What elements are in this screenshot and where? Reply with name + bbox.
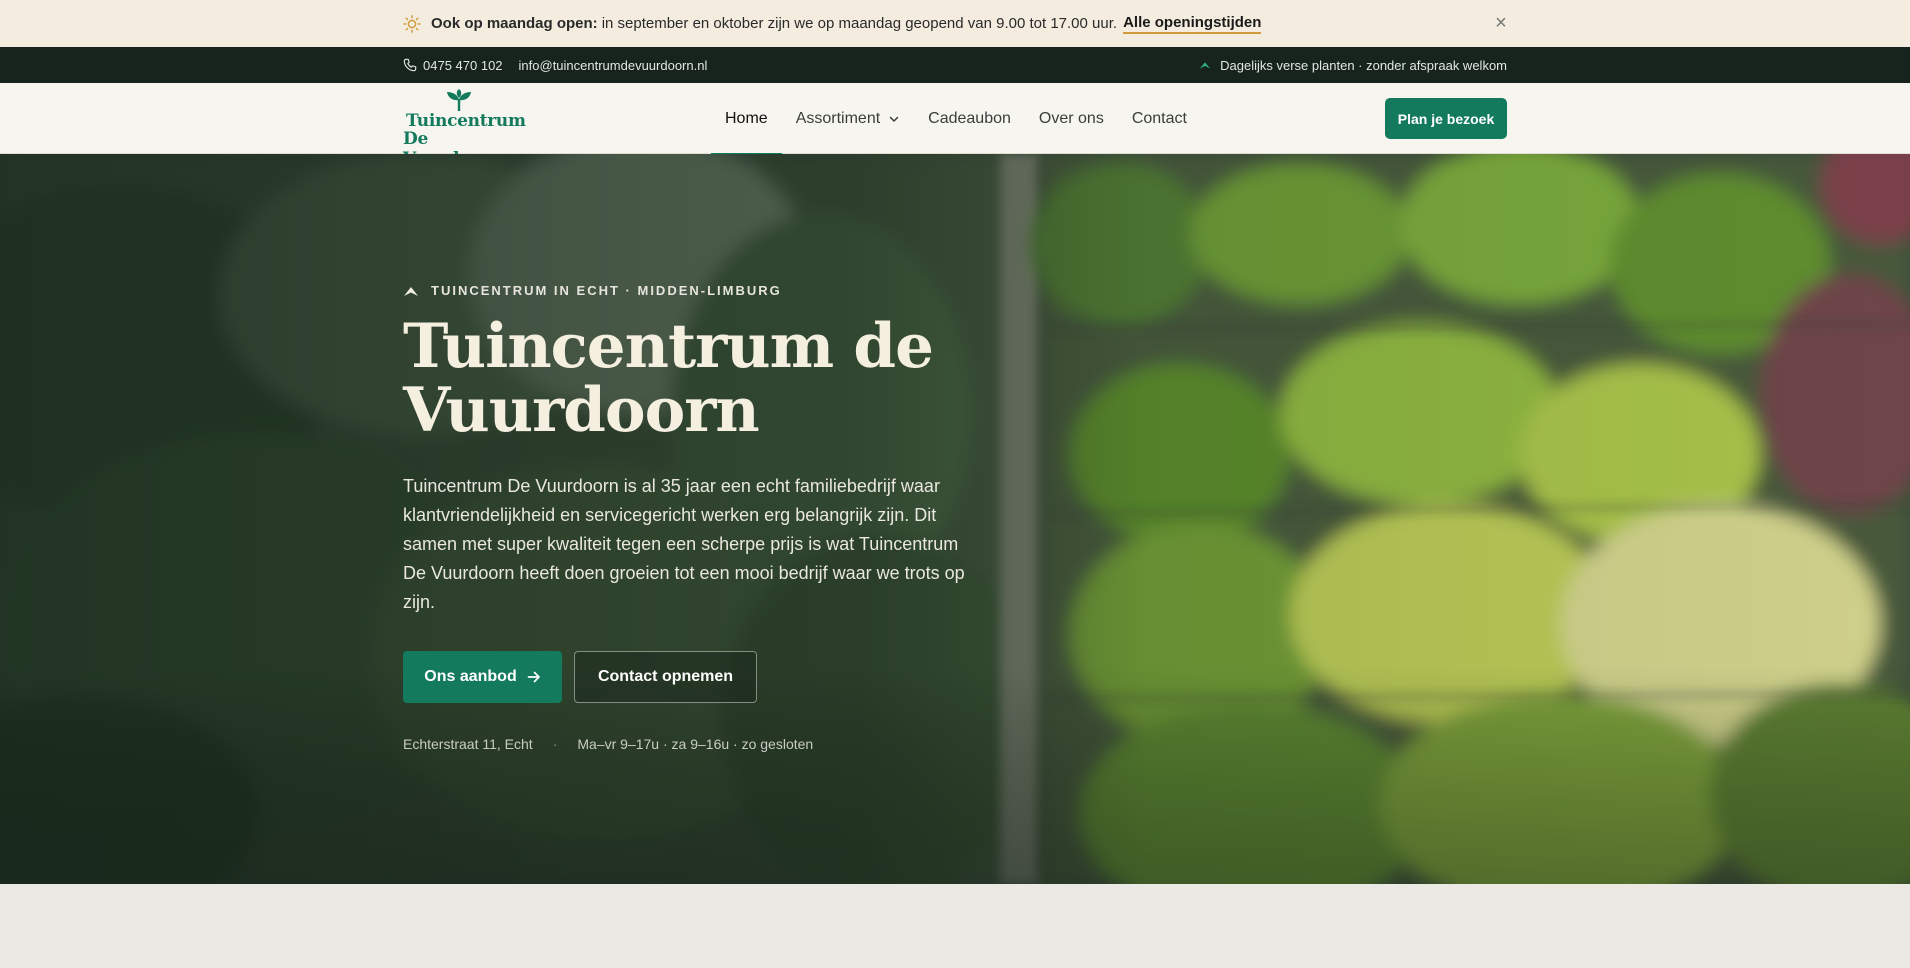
close-icon[interactable]: ×	[1490, 12, 1512, 34]
site-header: Tuincentrum De Vuurdoorn Home Assortimen…	[0, 83, 1910, 169]
plan-visit-button[interactable]: Plan je bezoek	[1385, 98, 1507, 139]
nav-item-home[interactable]: Home	[711, 83, 782, 155]
phone-icon	[403, 58, 417, 72]
hero-section: TUINCENTRUM IN ECHT · MIDDEN-LIMBURG Tui…	[0, 154, 1910, 884]
nav-item-assortiment-label: Assortiment	[795, 109, 881, 127]
nav-item-assortiment[interactable]: Assortiment	[782, 83, 914, 154]
meta-separator: ·	[552, 736, 558, 752]
leaf-icon	[404, 286, 418, 296]
nav-item-over-ons[interactable]: Over ons	[1025, 83, 1118, 154]
email-link[interactable]: info@tuincentrumdevuurdoorn.nl	[519, 58, 708, 73]
tagline: Dagelijks verse planten · zonder afspraa…	[1220, 57, 1507, 73]
announcement-content: Ook op maandag open: in september en okt…	[403, 0, 1262, 47]
announcement-bold: Ook op maandag open:	[431, 15, 598, 32]
announcement-text: in september en oktober zijn we op maand…	[601, 15, 1118, 32]
site-logo[interactable]: Tuincentrum De Vuurdoorn	[403, 89, 526, 169]
leaf-icon	[1199, 62, 1211, 69]
hero-description: Tuincentrum De Vuurdoorn is al 35 jaar e…	[403, 476, 965, 612]
opening-hours-link[interactable]: Alle openingstijden	[1123, 14, 1262, 34]
contact-opnemen-button[interactable]: Contact opnemen	[574, 651, 757, 703]
phone-number: 0475 470 102	[423, 57, 503, 73]
ons-aanbod-button[interactable]: Ons aanbod	[403, 651, 562, 703]
announcement-bar: Ook op maandag open: in september en okt…	[0, 0, 1910, 47]
main-nav: Home Assortiment Cadeaubon Over ons Cont…	[711, 83, 1201, 155]
contact-strip: 0475 470 102 info@tuincentrumdevuurdoorn…	[0, 47, 1910, 83]
chevron-down-icon	[889, 116, 899, 122]
address: Echterstraat 11, Echt	[403, 736, 533, 752]
hero-title: Tuincentrum de Vuurdoorn	[403, 311, 934, 446]
ons-aanbod-label: Ons aanbod	[424, 668, 517, 685]
logo-line-1: Tuincentrum	[406, 111, 526, 131]
nav-item-contact[interactable]: Contact	[1118, 83, 1201, 154]
below-hero-section	[0, 884, 1910, 968]
nav-item-cadeaubon[interactable]: Cadeaubon	[914, 83, 1025, 154]
hero-kicker-text: TUINCENTRUM IN ECHT · MIDDEN-LIMBURG	[431, 283, 782, 298]
phone-link[interactable]: 0475 470 102	[403, 58, 503, 73]
arrow-right-icon	[527, 671, 540, 683]
hero-kicker: TUINCENTRUM IN ECHT · MIDDEN-LIMBURG	[403, 283, 782, 298]
opening-hours: Ma–vr 9–17u · za 9–16u · zo gesloten	[577, 736, 814, 752]
sprout-logo-icon	[447, 89, 471, 111]
hero-meta: Echterstraat 11, Echt · Ma–vr 9–17u · za…	[403, 736, 813, 752]
sun-icon	[403, 14, 421, 33]
